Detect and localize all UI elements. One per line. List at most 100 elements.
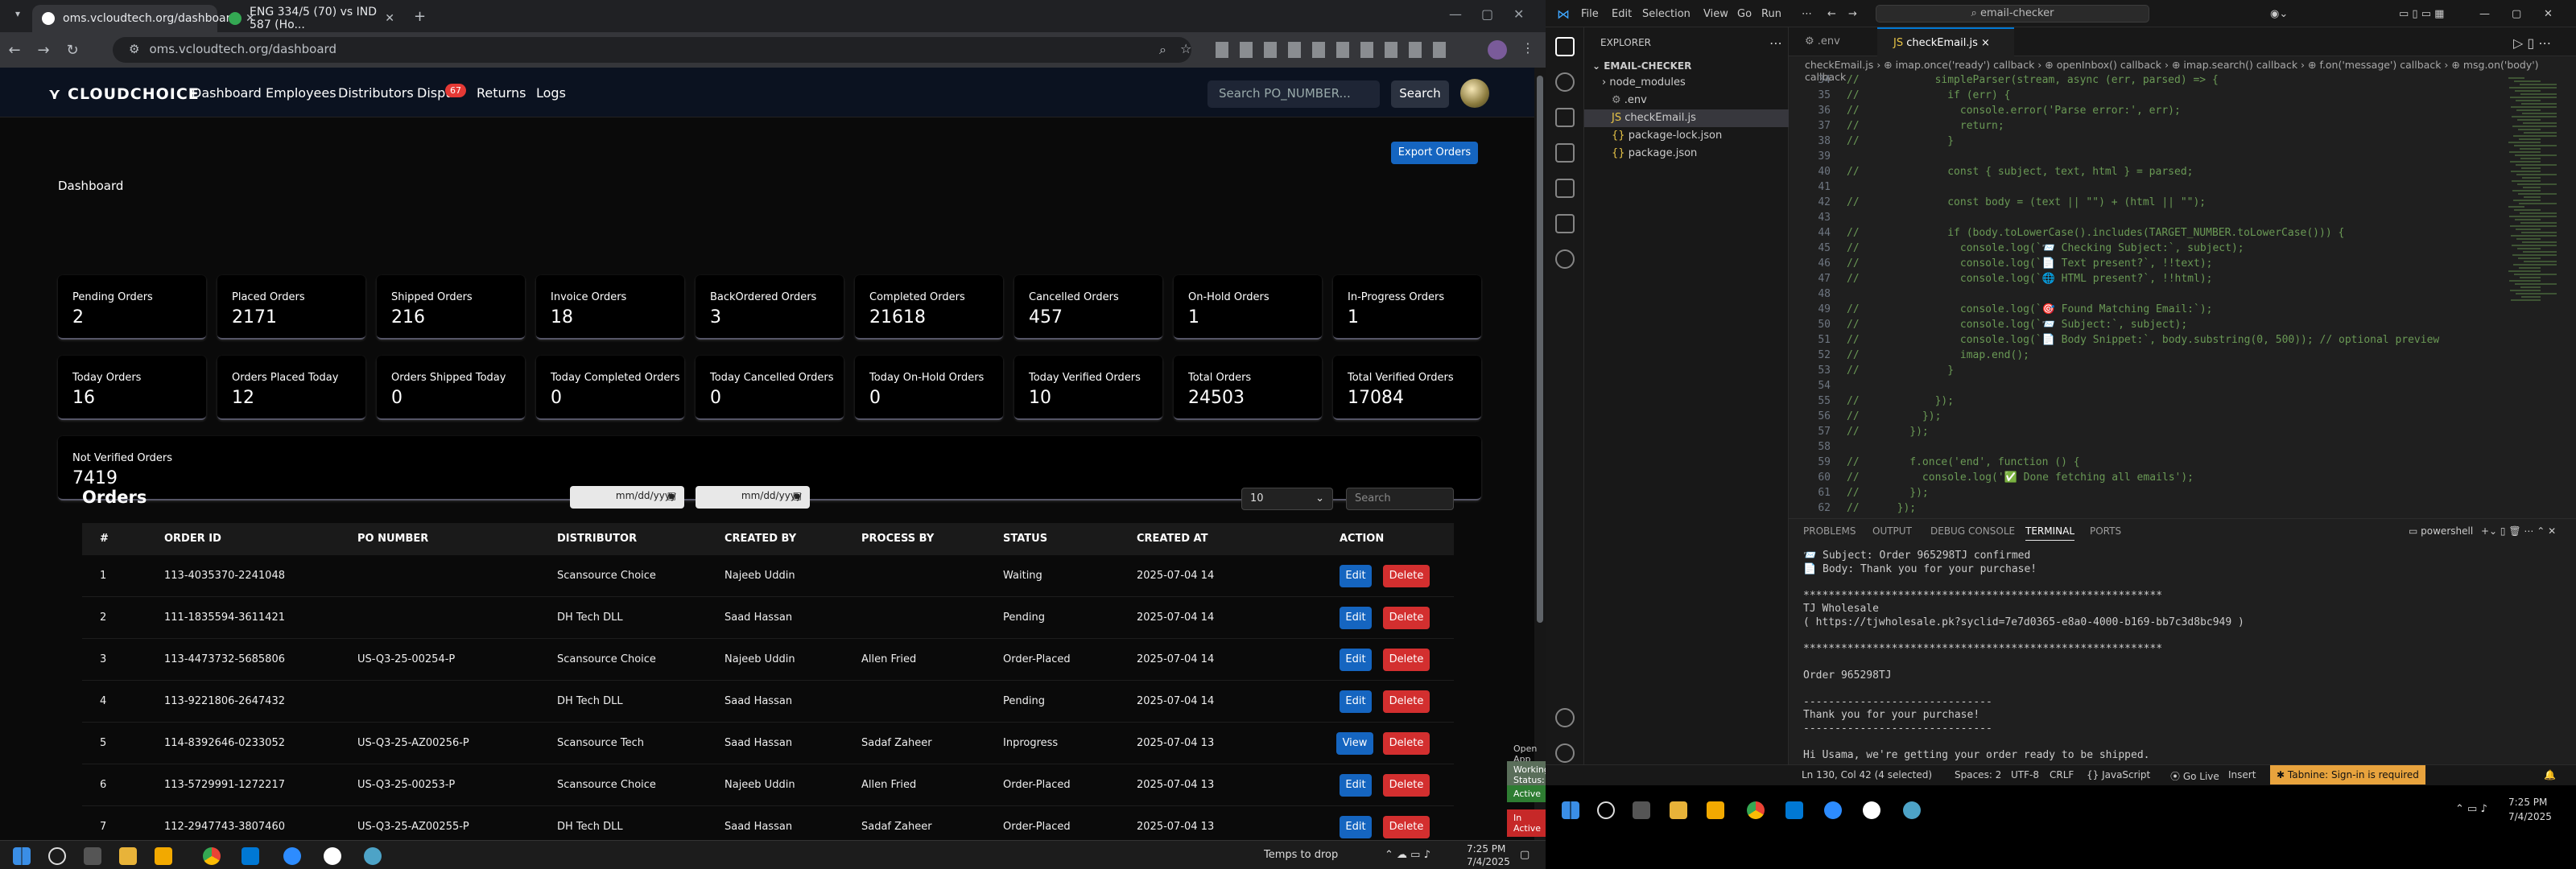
code-line[interactable]: // }	[1847, 135, 1954, 147]
task-view-icon[interactable]	[1633, 801, 1650, 819]
tab-dashboard[interactable]: oms.vcloudtech.org/dashboard ✕	[32, 5, 255, 32]
close-window-icon[interactable]: ✕	[1513, 6, 1524, 22]
back-icon[interactable]: ←	[0, 42, 29, 59]
file-explorer-icon[interactable]	[1670, 801, 1687, 819]
cursor-position[interactable]: Ln 130, Col 42 (4 selected)	[1802, 769, 1932, 780]
nav-employees[interactable]: Employees	[266, 85, 336, 101]
breadcrumb[interactable]: checkEmail.js › ⊕ imap.once('ready') cal…	[1789, 56, 2576, 83]
close-icon[interactable]: ✕	[385, 12, 394, 25]
tray-icons[interactable]: ⌃ ☁ ▭ ♪	[1385, 849, 1430, 861]
bookmark-star-icon[interactable]: ☆	[1180, 41, 1191, 56]
search-icon[interactable]	[48, 847, 66, 865]
export-orders-button[interactable]: Export Orders	[1391, 142, 1478, 164]
extensions-icon[interactable]	[1555, 179, 1575, 198]
reload-icon[interactable]: ↻	[58, 42, 87, 59]
tab-problems[interactable]: PROBLEMS	[1803, 525, 1856, 537]
search-icon[interactable]	[1555, 72, 1575, 92]
layout-icons[interactable]: ▭ ▯ ▭ ▦	[2399, 8, 2444, 20]
file-env[interactable]: ⚙ .env	[1612, 92, 1647, 109]
tabnine-status[interactable]: ✱ Tabnine: Sign-in is required	[2270, 765, 2425, 785]
code-line[interactable]: // imap.end();	[1847, 349, 2029, 361]
delete-button[interactable]: Delete	[1383, 816, 1430, 838]
menu-go[interactable]: Go	[1737, 8, 1752, 20]
table-search-input[interactable]: Search	[1346, 488, 1454, 510]
code-line[interactable]: // console.log(`🎯 Found Matching Email:`…	[1847, 303, 2212, 315]
tabnine-icon[interactable]	[1555, 249, 1575, 269]
close-window-icon[interactable]: ✕	[2544, 8, 2553, 20]
page-size-select[interactable]: 10 ⌄	[1241, 488, 1333, 510]
menu-file[interactable]: File	[1581, 8, 1599, 20]
clock-date[interactable]: 7/4/2025	[2508, 811, 2552, 822]
source-control-icon[interactable]	[1555, 108, 1575, 127]
tab-output[interactable]: OUTPUT	[1872, 525, 1912, 537]
chrome-icon[interactable]	[203, 847, 221, 865]
insert-mode[interactable]: Insert	[2228, 769, 2256, 780]
code-line[interactable]: // });	[1847, 395, 1954, 407]
more-icon[interactable]: ⋯	[1769, 35, 1782, 51]
code-editor[interactable]: 34 // simpleParser(stream, async (err, pa…	[1789, 74, 2513, 514]
delete-button[interactable]: Delete	[1383, 690, 1430, 713]
view-button[interactable]: View	[1336, 732, 1373, 755]
delete-button[interactable]: Delete	[1383, 774, 1430, 797]
remote-explorer-icon[interactable]	[1555, 214, 1575, 233]
forward-icon[interactable]: →	[1848, 8, 1857, 20]
code-line[interactable]: // }	[1847, 364, 1954, 377]
forward-icon[interactable]: →	[29, 42, 58, 59]
code-line[interactable]: // console.log(`📨 Checking Subject:`, su…	[1847, 242, 2244, 254]
page-scrollbar[interactable]	[1534, 68, 1546, 840]
inactive-toast[interactable]: In Active	[1507, 809, 1546, 837]
windows-start-icon[interactable]	[13, 847, 31, 865]
new-tab-button[interactable]: +	[414, 8, 426, 25]
nav-dashboard[interactable]: Dashboard	[192, 85, 262, 101]
weather-widget[interactable]: Temps to drop	[1264, 849, 1338, 861]
code-line[interactable]: // });	[1847, 502, 1916, 514]
tab-debug-console[interactable]: DEBUG CONSOLE	[1930, 525, 2015, 537]
start-date-input[interactable]: mm/dd/yyyy ▣	[570, 486, 684, 509]
po-search-input[interactable]: Search PO_NUMBER...	[1208, 80, 1380, 108]
zoom-icon[interactable]: ⌕	[1159, 42, 1166, 58]
maximize-icon[interactable]: ▢	[2512, 8, 2521, 20]
folder-email-checker[interactable]: ⌄ EMAIL-CHECKER	[1592, 58, 1691, 76]
terminal-selector[interactable]: ▭ powershell	[2409, 525, 2473, 537]
menu-selection[interactable]: Selection	[1642, 8, 1690, 20]
minimap[interactable]	[2504, 74, 2576, 509]
tab-ports[interactable]: PORTS	[2090, 525, 2121, 537]
code-line[interactable]: // console.log(`📄 Text present?`, !!text…	[1847, 257, 2212, 270]
code-line[interactable]: // return;	[1847, 120, 2004, 132]
code-line[interactable]: // console.log(`📨 Subject:`, subject);	[1847, 319, 2187, 331]
tab-env[interactable]: ⚙ .env	[1789, 27, 1877, 56]
zoom-app-icon[interactable]	[1824, 801, 1842, 819]
code-line[interactable]: // console.error('Parse error:', err);	[1847, 105, 2181, 117]
chrome-icon[interactable]	[1747, 801, 1765, 819]
menu-edit[interactable]: Edit	[1612, 8, 1632, 20]
code-line[interactable]: // f.once('end', function () {	[1847, 456, 2080, 468]
encoding[interactable]: UTF-8	[2011, 769, 2039, 780]
clock-time[interactable]: 7:25 PM	[2508, 797, 2547, 808]
search-button[interactable]: Search	[1391, 80, 1449, 108]
tab-search-icon[interactable]: ▾	[3, 8, 32, 19]
site-logo[interactable]: ⋎ CLOUDCHOICE	[48, 85, 200, 103]
menu-run[interactable]: Run	[1761, 8, 1781, 20]
avatar[interactable]	[1460, 79, 1489, 108]
tab-cricket[interactable]: ENG 334/5 (70) vs IND 587 (Ho... ✕	[219, 5, 404, 32]
terminal-actions[interactable]: +⌄ ▯ 🗑 ⋯ ⌃ ✕	[2481, 525, 2556, 537]
more-icon[interactable]: ⋯	[1802, 8, 1812, 20]
windows-start-icon[interactable]	[1562, 801, 1579, 819]
code-line[interactable]: // if (err) {	[1847, 89, 2011, 101]
vscode-icon[interactable]	[1785, 801, 1803, 819]
app-icon[interactable]	[1863, 801, 1880, 819]
nav-returns[interactable]: Returns	[477, 85, 526, 101]
minimize-icon[interactable]: —	[2479, 8, 2490, 20]
close-icon[interactable]: ×	[1981, 37, 1990, 49]
calendar-icon[interactable]: ▣	[793, 490, 802, 501]
notifications-icon[interactable]: 🔔	[2544, 769, 2556, 780]
end-date-input[interactable]: mm/dd/yyyy ▣	[696, 486, 810, 509]
edit-button[interactable]: Edit	[1340, 774, 1372, 797]
code-line[interactable]: // if (body.toLowerCase().includes(TARGE…	[1847, 227, 2344, 239]
code-line[interactable]: // const body = (text || "") + (html || …	[1847, 196, 2206, 208]
file-package[interactable]: {} package.json	[1612, 145, 1697, 163]
code-line[interactable]: // });	[1847, 426, 1929, 438]
delete-button[interactable]: Delete	[1383, 649, 1430, 671]
clock-date[interactable]: 7/4/2025	[1467, 856, 1510, 867]
line-ending[interactable]: CRLF	[2050, 769, 2074, 780]
